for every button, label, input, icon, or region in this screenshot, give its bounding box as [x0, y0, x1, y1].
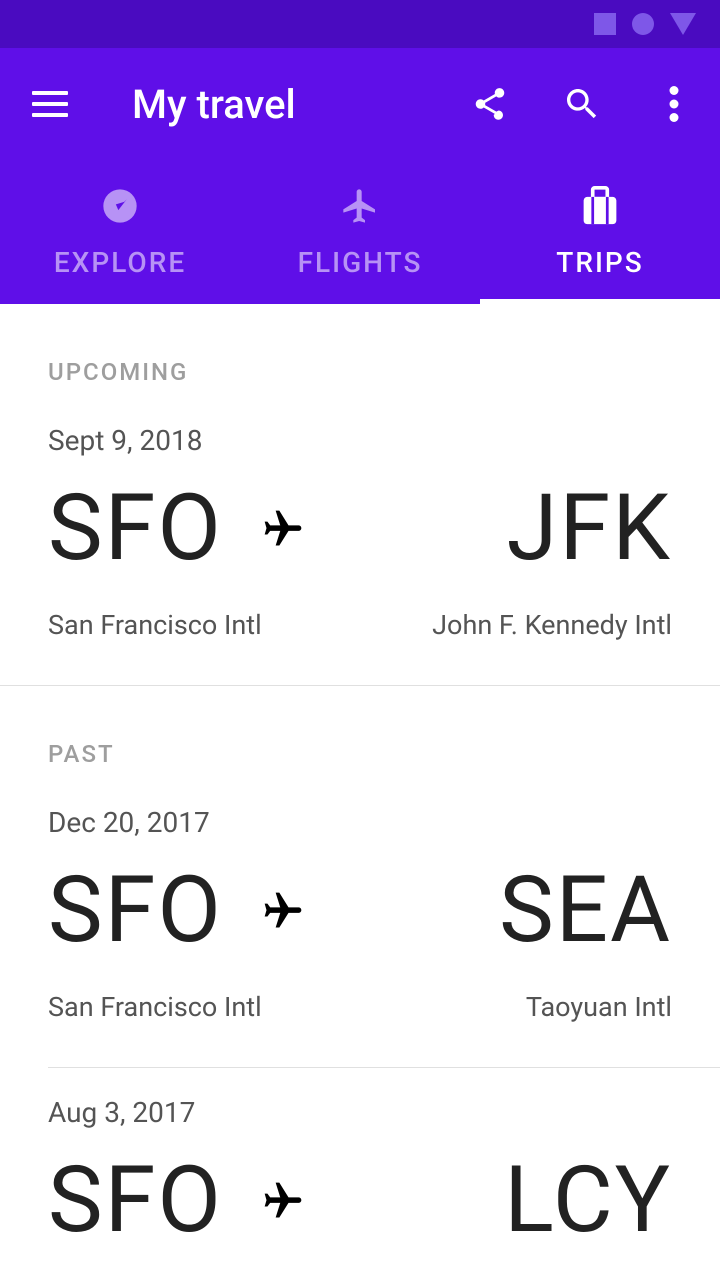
plane-icon: [223, 1179, 343, 1223]
tab-flights[interactable]: FLIGHTS: [240, 160, 480, 304]
suitcase-icon: [578, 186, 622, 226]
trip-date: Dec 20, 2017: [48, 806, 672, 839]
share-icon[interactable]: [468, 82, 512, 126]
dest-code: SEA: [343, 865, 672, 957]
tab-trips[interactable]: TRIPS: [480, 160, 720, 304]
airplane-icon: [340, 186, 380, 226]
status-triangle-icon: [670, 13, 696, 35]
origin-name: San Francisco Intl: [48, 609, 262, 641]
trip-airports: San Francisco Intl John F. Kennedy Intl: [48, 609, 672, 641]
trip-route: SFO SEA: [48, 865, 672, 957]
page-title: My travel: [132, 81, 468, 128]
trip-date: Sept 9, 2018: [48, 424, 672, 457]
menu-icon[interactable]: [32, 91, 68, 117]
dest-code: LCY: [343, 1155, 672, 1247]
status-bar: [0, 0, 720, 48]
more-vert-icon[interactable]: [652, 82, 696, 126]
search-icon[interactable]: [560, 82, 604, 126]
dest-code: JFK: [343, 483, 672, 575]
plane-icon: [223, 889, 343, 933]
plane-icon: [223, 507, 343, 551]
origin-code: SFO: [48, 1155, 223, 1247]
trip-route: SFO JFK: [48, 483, 672, 575]
tab-label: EXPLORE: [54, 246, 186, 279]
trip-card[interactable]: Sept 9, 2018 SFO JFK San Francisco Intl …: [0, 396, 720, 685]
dest-name: John F. Kennedy Intl: [432, 609, 672, 641]
tab-label: TRIPS: [556, 246, 643, 279]
tab-explore[interactable]: EXPLORE: [0, 160, 240, 304]
tab-label: FLIGHTS: [298, 246, 423, 279]
section-upcoming-label: UPCOMING: [0, 304, 720, 396]
trip-date: Aug 3, 2017: [48, 1096, 672, 1129]
top-row: My travel: [0, 48, 720, 160]
dest-name: Taoyuan Intl: [526, 991, 672, 1023]
tab-bar: EXPLORE FLIGHTS TRIPS: [0, 160, 720, 304]
compass-icon: [100, 186, 140, 226]
content: UPCOMING Sept 9, 2018 SFO JFK San Franci…: [0, 304, 720, 1280]
trip-card[interactable]: Aug 3, 2017 SFO LCY San Francisco Intl L…: [0, 1068, 720, 1280]
origin-code: SFO: [48, 483, 223, 575]
origin-code: SFO: [48, 865, 223, 957]
trip-card[interactable]: Dec 20, 2017 SFO SEA San Francisco Intl …: [0, 778, 720, 1067]
status-square-icon: [594, 13, 616, 35]
trip-airports: San Francisco Intl Taoyuan Intl: [48, 991, 672, 1023]
origin-name: San Francisco Intl: [48, 991, 262, 1023]
status-circle-icon: [632, 13, 654, 35]
action-icons: [468, 82, 696, 126]
trip-route: SFO LCY: [48, 1155, 672, 1247]
section-past-label: PAST: [0, 686, 720, 778]
app-bar: My travel EXPLORE FLIGHTS TRIPS: [0, 48, 720, 304]
